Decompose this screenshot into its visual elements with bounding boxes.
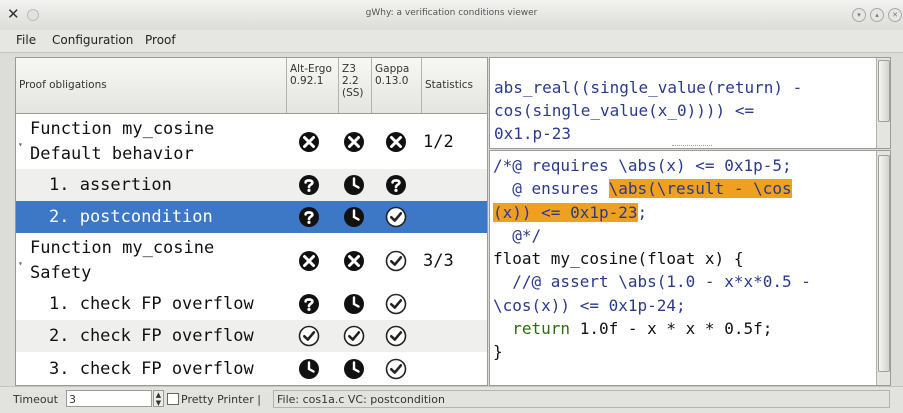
cross-icon	[385, 131, 407, 153]
window-title: gWhy: a verification conditions viewer	[365, 8, 538, 18]
obligation-label: 1. check FP overflow	[49, 294, 254, 314]
code-line: @ ensures \abs(\result - \cos	[493, 179, 792, 199]
clock-icon	[298, 358, 320, 380]
check-icon	[385, 293, 407, 315]
source-scrollbar-thumb[interactable]	[878, 155, 890, 372]
goal-pane: abs_real((single_value(return) - cos(sin…	[489, 57, 891, 149]
obligation-label: Function my_cosine Default behavior	[30, 119, 215, 164]
column-header-obligations[interactable]: Proof obligations	[16, 58, 286, 113]
question-icon	[298, 206, 320, 228]
cross-icon	[343, 131, 365, 153]
menu-configuration[interactable]: Configuration	[52, 33, 133, 47]
statistics-value: 3/3	[423, 250, 454, 271]
maximize-button[interactable]: ▴	[870, 8, 884, 22]
cross-icon	[343, 250, 365, 272]
statistics-value: 1/2	[423, 131, 454, 152]
code-line: (x)) <= 0x1p-23;	[493, 202, 648, 222]
function-group-row[interactable]: ▾ Function my_cosine Default behavior 1/2	[16, 114, 487, 169]
code-line: float my_cosine(float x) {	[493, 249, 744, 269]
goal-scrollbar[interactable]	[876, 58, 890, 148]
proof-obligations-table: Proof obligations Alt-Ergo 0.92.1 Z3 2.2…	[15, 57, 488, 386]
code-line: @*/	[493, 225, 542, 245]
status-bar: Timeout 3 ▲ ▼ Pretty Printer | File: cos1…	[0, 386, 903, 413]
goal-text: abs_real((single_value(return) - cos(sin…	[494, 78, 803, 143]
clock-icon	[343, 206, 365, 228]
check-icon	[343, 325, 365, 347]
check-icon	[385, 325, 407, 347]
title-bar: ✕ gWhy: a verification conditions viewer…	[0, 0, 903, 31]
code-line: /*@ requires \abs(x) <= 0x1p-5;	[493, 156, 792, 175]
timeout-label: Timeout	[13, 393, 58, 406]
obligation-label: 1. assertion	[49, 175, 172, 195]
timeout-input[interactable]: 3	[66, 390, 152, 407]
menu-proof[interactable]: Proof	[145, 33, 176, 47]
proof-obligation-row[interactable]: 1. assertion	[16, 169, 487, 201]
pretty-printer-checkbox[interactable]	[167, 393, 179, 405]
menu-bar: File Configuration Proof	[0, 30, 903, 53]
question-icon	[298, 174, 320, 196]
code-line: }	[493, 342, 503, 362]
proof-obligation-row[interactable]: 2. check FP overflow	[16, 320, 487, 352]
question-icon	[298, 293, 320, 315]
source-pane: /*@ requires \abs(x) <= 0x1p-5; @ ensure…	[489, 150, 891, 386]
check-icon	[385, 206, 407, 228]
obligation-label: 2. postcondition	[49, 207, 213, 227]
column-header-statistics[interactable]: Statistics	[421, 58, 487, 113]
cross-icon	[298, 131, 320, 153]
minimize-button[interactable]: ▾	[852, 8, 866, 22]
clock-icon	[343, 174, 365, 196]
question-icon	[385, 174, 407, 196]
proof-obligation-row[interactable]: 1. check FP overflow	[16, 288, 487, 320]
code-line: //@ assert \abs(1.0 - x*x*0.5 -	[493, 272, 811, 292]
obligation-label: 2. check FP overflow	[49, 326, 254, 346]
source-scrollbar[interactable]	[876, 151, 890, 385]
column-header-alt-ergo[interactable]: Alt-Ergo 0.92.1	[286, 58, 338, 113]
obligation-label: 3. check FP overflow	[49, 358, 254, 379]
goal-scrollbar-thumb[interactable]	[878, 60, 890, 122]
expander-icon[interactable]: ▾	[18, 140, 23, 149]
check-icon	[385, 358, 407, 380]
timeout-spinner[interactable]: ▲ ▼	[153, 390, 164, 407]
table-header: Proof obligations Alt-Ergo 0.92.1 Z3 2.2…	[16, 58, 487, 114]
expander-icon[interactable]: ▾	[18, 259, 23, 268]
check-icon	[298, 325, 320, 347]
file-info: File: cos1a.c VC: postcondition	[277, 393, 445, 406]
column-header-z3[interactable]: Z3 2.2 (SS)	[338, 58, 371, 113]
pretty-printer-label: Pretty Printer |	[181, 393, 261, 406]
highlighted-postcondition-end: (x)) <= 0x1p-23	[493, 202, 638, 222]
obligation-label: Function my_cosine Safety	[30, 238, 215, 283]
proof-obligation-row[interactable]: 2. postcondition	[16, 201, 487, 233]
check-icon	[385, 250, 407, 272]
code-line: return 1.0f - x * x * 0.5f;	[493, 319, 773, 339]
pane-grip[interactable]	[672, 145, 712, 148]
clock-icon	[343, 358, 365, 380]
menu-file[interactable]: File	[16, 33, 36, 47]
clock-icon	[343, 293, 365, 315]
function-group-row[interactable]: ▾ Function my_cosine Safety 3/3	[16, 233, 487, 288]
highlighted-postcondition: \abs(\result - \cos	[608, 179, 792, 199]
cross-icon	[298, 250, 320, 272]
file-info-box: File: cos1a.c VC: postcondition	[273, 390, 890, 408]
close-button[interactable]: ✕	[888, 8, 902, 22]
source-code: /*@ requires \abs(x) <= 0x1p-5; @ ensure…	[493, 154, 811, 364]
proof-obligation-row[interactable]: 3. check FP overflow	[16, 352, 487, 385]
code-line: \cos(x)) <= 0x1p-24;	[493, 295, 686, 315]
column-header-gappa[interactable]: Gappa 0.13.0	[371, 58, 422, 113]
